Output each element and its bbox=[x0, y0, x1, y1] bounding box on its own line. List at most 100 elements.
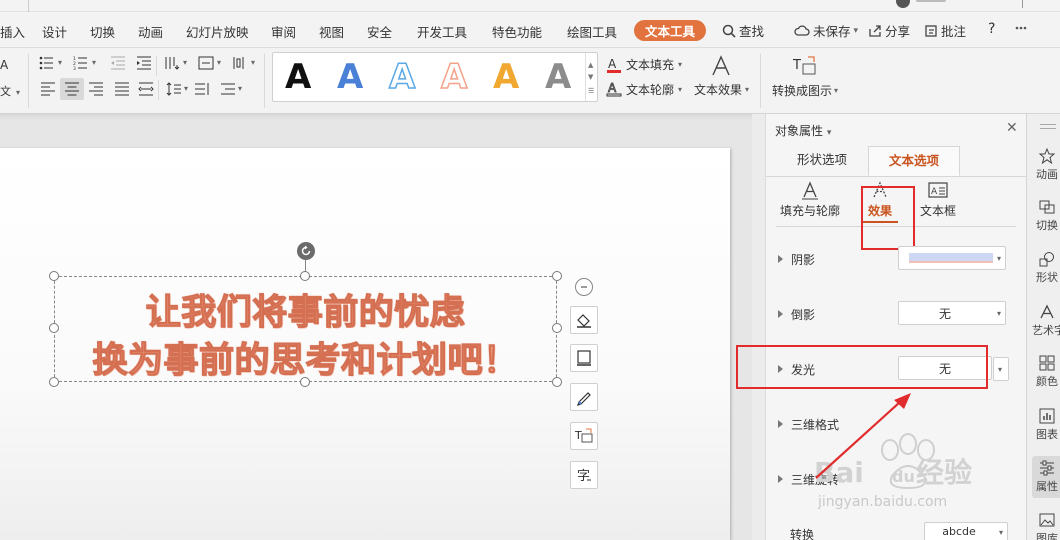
convert-diagram-label[interactable]: 转换成图示 bbox=[772, 82, 832, 99]
section-transform[interactable]: 转换 bbox=[790, 526, 814, 540]
phonetic-icon[interactable]: 文 bbox=[0, 82, 14, 98]
section-shadow[interactable]: 阴影 bbox=[778, 251, 815, 268]
text-style-blue[interactable]: A bbox=[337, 57, 363, 97]
align-left-icon[interactable] bbox=[38, 80, 58, 98]
chevron-up-icon[interactable]: ▲ bbox=[588, 61, 593, 69]
chevron-down-icon[interactable]: ▾ bbox=[678, 85, 682, 94]
columns-icon[interactable] bbox=[230, 54, 250, 72]
search-button[interactable]: 查找 bbox=[722, 21, 764, 40]
convert-diagram-icon[interactable]: T bbox=[792, 54, 820, 78]
text-outline-label[interactable]: 文本轮廓 bbox=[626, 81, 674, 98]
font-size-icon[interactable]: A bbox=[0, 56, 14, 72]
slide-text-line-2[interactable]: 换为事前的思考和计划吧！ bbox=[56, 332, 555, 383]
glow-dropdown-arrow[interactable]: ▾ bbox=[993, 357, 1009, 381]
pen-button[interactable] bbox=[570, 383, 598, 411]
resize-handle-top-left[interactable] bbox=[49, 271, 59, 281]
chevron-down-icon[interactable]: ▼ bbox=[588, 73, 593, 81]
menu-features[interactable]: 特色功能 bbox=[492, 22, 542, 41]
align-right-icon[interactable] bbox=[86, 80, 106, 98]
panel-scrollbar[interactable] bbox=[752, 114, 766, 540]
decrease-indent-icon[interactable] bbox=[108, 54, 128, 72]
convert-diagram-float-button[interactable]: T bbox=[570, 422, 598, 450]
text-style-orange[interactable]: A bbox=[493, 57, 519, 97]
menu-slideshow[interactable]: 幻灯片放映 bbox=[186, 22, 249, 41]
chevron-down-icon[interactable]: ▾ bbox=[183, 58, 187, 67]
text-outline-icon[interactable]: A bbox=[606, 80, 622, 98]
chevron-down-icon[interactable]: ▾ bbox=[92, 58, 96, 67]
text-style-gray[interactable]: A bbox=[545, 57, 571, 97]
chevron-down-icon[interactable]: ▾ bbox=[238, 84, 242, 93]
chevron-down-icon[interactable]: ▾ bbox=[251, 58, 255, 67]
section-reflection[interactable]: 倒影 bbox=[778, 306, 815, 323]
text-effect-label[interactable]: 文本效果 bbox=[694, 81, 742, 98]
resize-handle-top[interactable] bbox=[300, 271, 310, 281]
numbered-list-icon[interactable]: 123 bbox=[72, 54, 92, 72]
chevron-down-icon[interactable]: ▾ bbox=[16, 88, 20, 97]
gallery-scroll[interactable]: ▲ ▼ ☰ bbox=[585, 53, 597, 101]
chevron-down-icon[interactable]: ▾ bbox=[745, 85, 749, 94]
comment-button[interactable]: 批注 bbox=[924, 21, 966, 40]
sidebar-item-properties[interactable]: 属性 bbox=[1032, 456, 1060, 498]
transform-dropdown[interactable]: abcde ▾ bbox=[924, 522, 1008, 540]
text-fill-label[interactable]: 文本填充 bbox=[626, 56, 674, 73]
chevron-down-icon[interactable]: ▾ bbox=[217, 58, 221, 67]
menu-security[interactable]: 安全 bbox=[367, 22, 392, 41]
help-button[interactable]: ? bbox=[988, 21, 995, 37]
menu-design[interactable]: 设计 bbox=[42, 22, 67, 41]
menu-animation[interactable]: 动画 bbox=[138, 22, 163, 41]
more-icon[interactable]: ☰ bbox=[588, 87, 594, 95]
paragraph-spacing-icon[interactable] bbox=[192, 80, 212, 98]
rotate-handle[interactable] bbox=[297, 242, 315, 260]
sidebar-item-color[interactable]: 颜色 bbox=[1032, 355, 1060, 389]
tab-shape-options[interactable]: 形状选项 bbox=[786, 146, 858, 176]
indent-spacing-icon[interactable] bbox=[218, 80, 238, 98]
sidebar-item-shape[interactable]: 形状 bbox=[1032, 251, 1060, 285]
sidebar-item-chart[interactable]: 图表 bbox=[1032, 408, 1060, 442]
user-avatar[interactable] bbox=[896, 0, 910, 8]
share-button[interactable]: 分享 bbox=[868, 21, 910, 40]
more-icon[interactable] bbox=[1014, 21, 1028, 35]
menu-text-tools[interactable]: 文本工具 bbox=[634, 20, 707, 41]
reflection-dropdown[interactable]: 无 ▾ bbox=[898, 301, 1006, 325]
shadow-dropdown[interactable]: ▾ bbox=[898, 246, 1006, 270]
menu-developer[interactable]: 开发工具 bbox=[417, 22, 467, 41]
align-center-icon[interactable] bbox=[62, 80, 82, 98]
sub-tab-textbox[interactable]: A 文本框 bbox=[916, 180, 960, 219]
align-text-icon[interactable] bbox=[196, 54, 216, 72]
menu-review[interactable]: 审阅 bbox=[271, 22, 296, 41]
sidebar-item-gallery[interactable]: 图库 bbox=[1032, 512, 1060, 540]
resize-handle-top-right[interactable] bbox=[552, 271, 562, 281]
tab-text-options[interactable]: 文本选项 bbox=[868, 146, 960, 176]
text-direction-icon[interactable] bbox=[162, 54, 182, 72]
sidebar-item-transition[interactable]: 切换 bbox=[1032, 199, 1060, 233]
sidebar-item-wordart[interactable]: 艺术字 bbox=[1032, 304, 1060, 338]
line-spacing-icon[interactable] bbox=[164, 80, 184, 98]
increase-indent-icon[interactable] bbox=[134, 54, 154, 72]
text-style-peach-outline[interactable]: A bbox=[440, 56, 468, 98]
sidebar-item-animation[interactable]: 动画 bbox=[1032, 148, 1060, 182]
text-style-blue-outline[interactable]: A bbox=[388, 56, 416, 98]
slide-text-line-1[interactable]: 让我们将事前的忧虑 bbox=[56, 284, 555, 335]
distribute-icon[interactable] bbox=[136, 80, 156, 98]
chevron-down-icon[interactable]: ▾ bbox=[58, 58, 62, 67]
shape-outline-button[interactable] bbox=[570, 344, 598, 372]
shape-fill-button[interactable] bbox=[570, 306, 598, 334]
panel-title[interactable]: 对象属性 ▾ bbox=[775, 122, 831, 139]
sub-tab-fill-outline[interactable]: 填充与轮廓 bbox=[778, 180, 842, 219]
menu-view[interactable]: 视图 bbox=[319, 22, 344, 41]
menu-insert[interactable]: 插入 bbox=[0, 22, 25, 41]
text-fill-icon[interactable]: A bbox=[606, 56, 622, 74]
font-settings-button[interactable]: 字 bbox=[570, 461, 598, 489]
unsaved-button[interactable]: 未保存 ▾ bbox=[794, 21, 858, 40]
menu-transition[interactable]: 切换 bbox=[90, 22, 115, 41]
chevron-down-icon[interactable]: ▾ bbox=[184, 84, 188, 93]
text-style-black[interactable]: A bbox=[285, 57, 311, 97]
justify-icon[interactable] bbox=[112, 80, 132, 98]
menu-drawing-tools[interactable]: 绘图工具 bbox=[567, 22, 617, 41]
close-icon[interactable]: ✕ bbox=[1006, 121, 1018, 135]
collapse-toolbar-button[interactable] bbox=[575, 278, 593, 296]
text-effect-icon[interactable] bbox=[708, 54, 734, 78]
bullet-list-icon[interactable] bbox=[38, 54, 58, 72]
chevron-down-icon[interactable]: ▾ bbox=[834, 86, 838, 95]
chevron-down-icon[interactable]: ▾ bbox=[678, 60, 682, 69]
